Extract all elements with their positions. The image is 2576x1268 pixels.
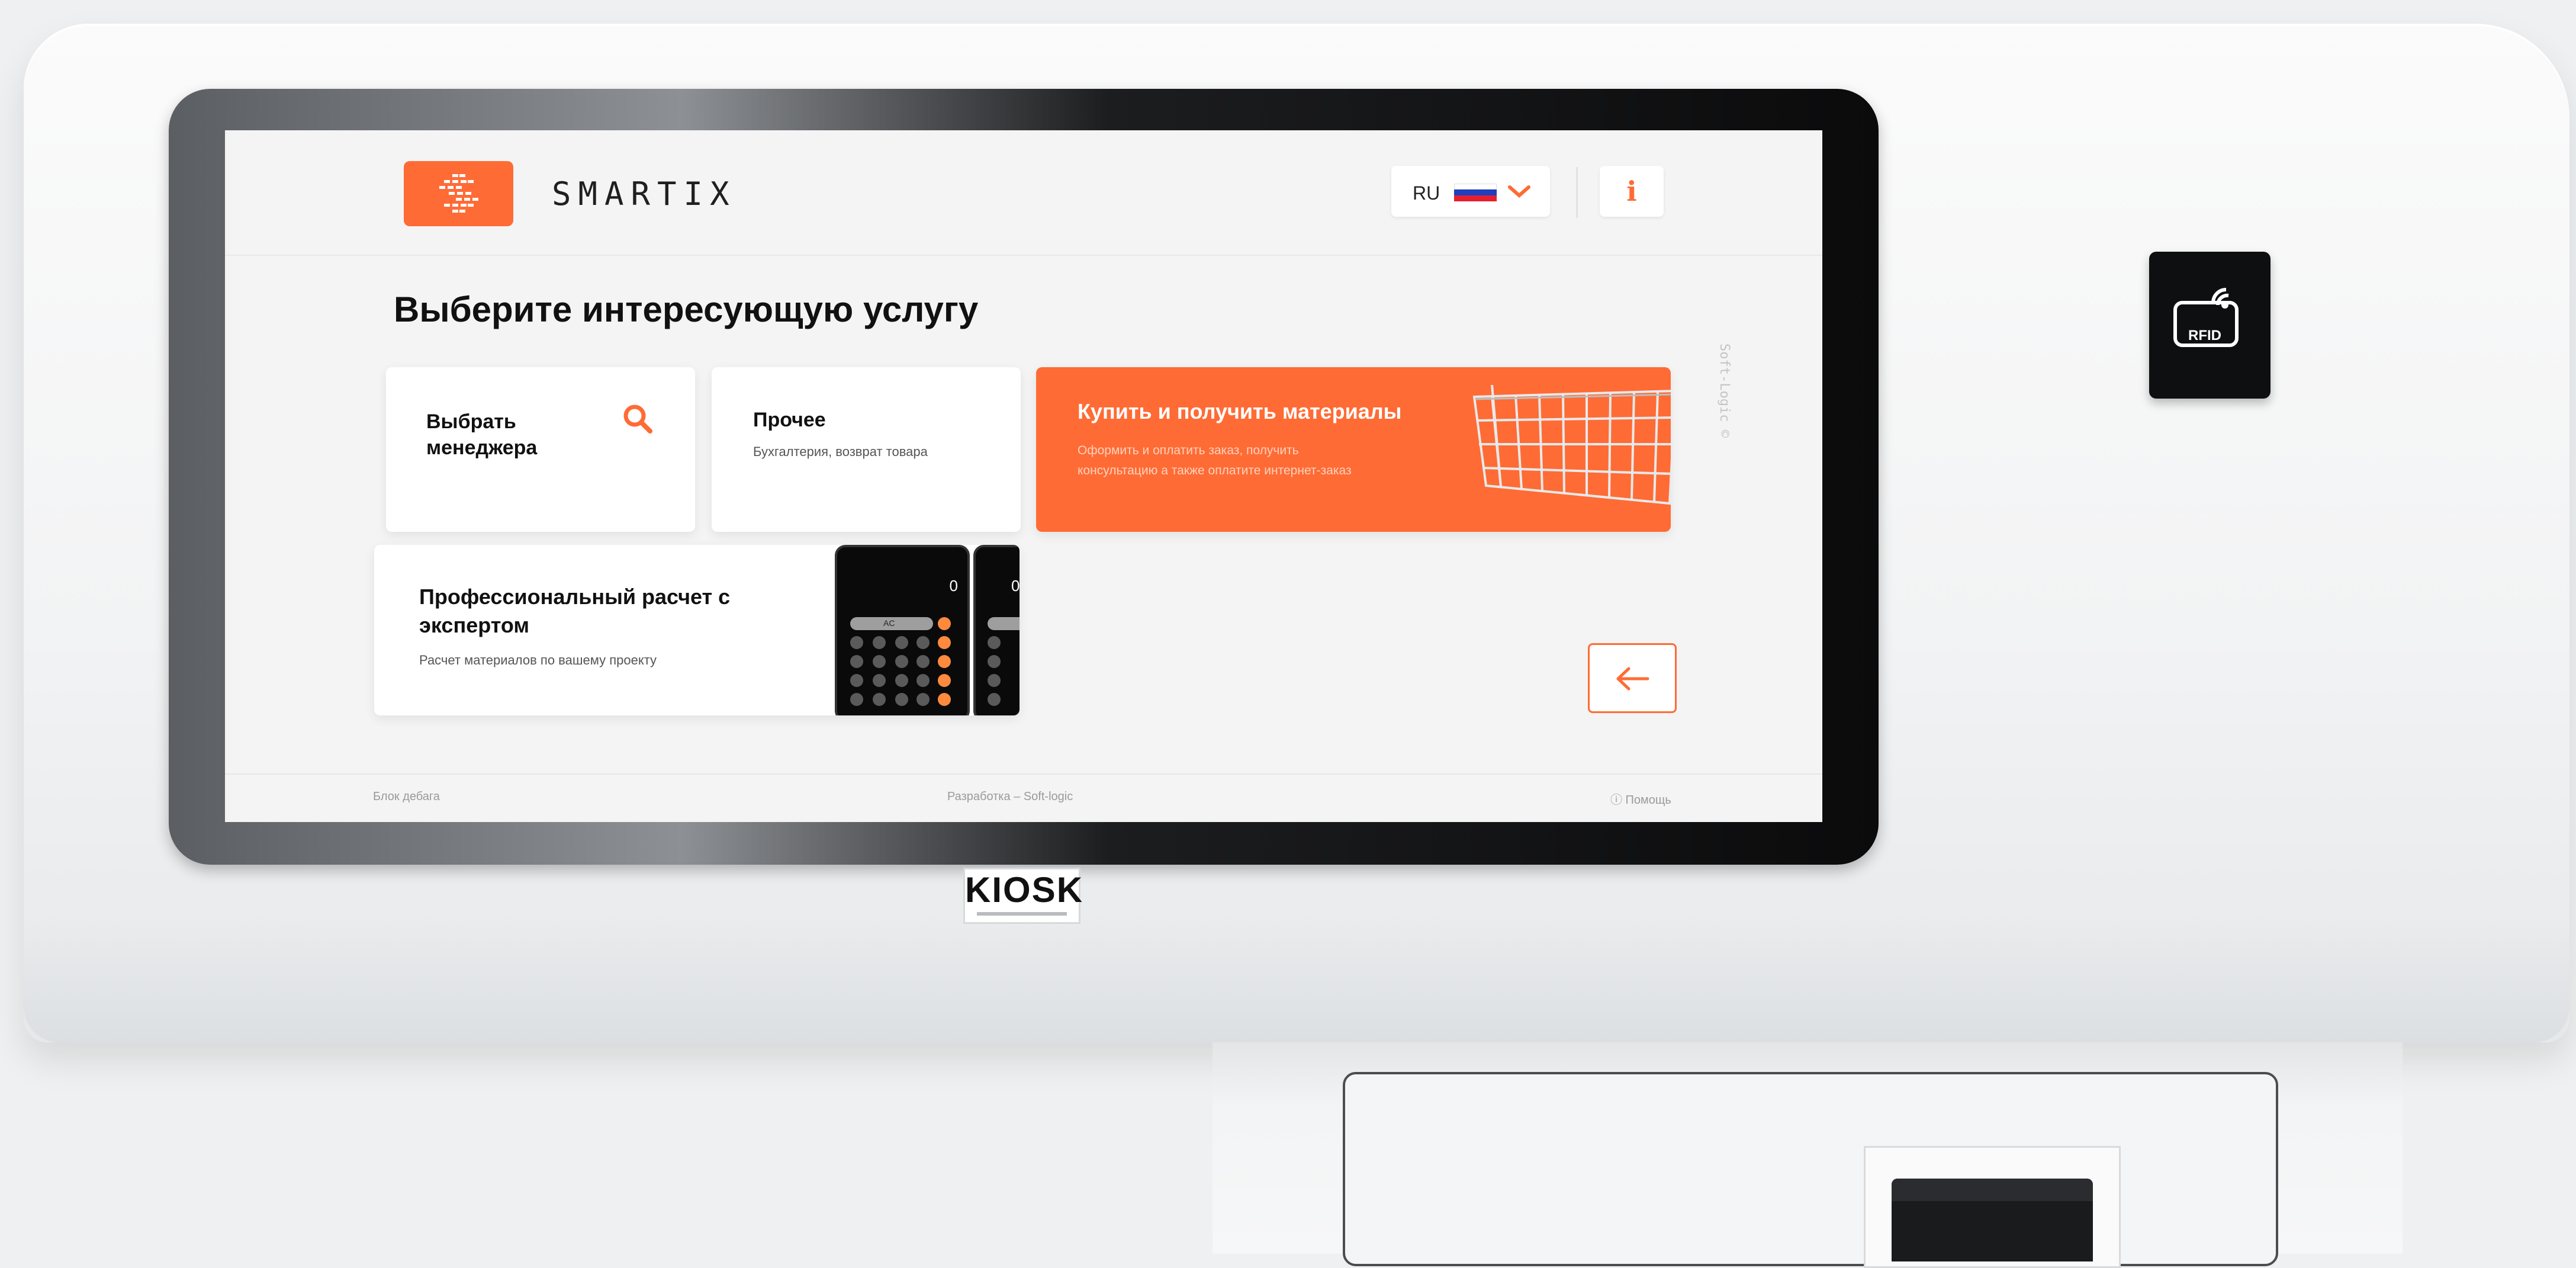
calculator-key-label: AC (883, 618, 895, 628)
rfid-reader: RFID (2149, 252, 2271, 399)
tile-subtitle: Оформить и оплатить заказ, получить конс… (1078, 444, 1352, 477)
calculator-key (850, 674, 863, 687)
calculator-key (850, 655, 863, 668)
calculator-key (938, 655, 951, 668)
side-copyright: Soft-Logic © (1717, 344, 1732, 438)
calculator-key (938, 693, 951, 706)
arrow-left-icon (1616, 667, 1649, 691)
logo (404, 161, 513, 226)
language-selector[interactable]: RU (1391, 166, 1550, 217)
calculator-key (938, 636, 951, 649)
tile-subtitle: Расчет материалов по вашему проекту (419, 653, 657, 667)
info-button[interactable]: i (1600, 166, 1664, 217)
calculator-key (873, 693, 886, 706)
calculator-key (873, 655, 886, 668)
help-link[interactable]: ⓘ Помощь (1610, 790, 1671, 807)
calculator-key (916, 693, 930, 706)
calculator-display: 0 (949, 577, 958, 595)
back-button[interactable] (1588, 643, 1677, 713)
kiosk-label-stripe (977, 912, 1067, 916)
calculator-key (873, 636, 886, 649)
pedestal-panel (1343, 1072, 2278, 1266)
chevron-down-icon (1508, 185, 1530, 198)
calculator-phone-image: 0 AC (835, 545, 970, 715)
header: SMARTIX RU i (225, 130, 1822, 256)
tile-title: Прочее (753, 409, 826, 431)
tile-title: Профессиональный расчет с экспертом (419, 585, 731, 637)
debug-block-link[interactable]: Блок дебага (373, 790, 440, 804)
calculator-key (895, 674, 908, 687)
calculator-key (895, 693, 908, 706)
kiosk-screen: SMARTIX RU i Выберите интересующую услуг… (225, 130, 1822, 822)
calculator-key (916, 655, 930, 668)
calculator-key (850, 693, 863, 706)
tile-subtitle: Бухгалтерия, возврат товара (753, 444, 928, 459)
calculator-key (895, 655, 908, 668)
tile-title: Купить и получить материалы (1078, 399, 1402, 423)
rfid-label: RFID (2188, 328, 2221, 344)
tile-buy-materials[interactable]: Купить и получить материалы Оформить и о… (1036, 367, 1671, 532)
tile-choose-manager[interactable]: Выбрать менеджера (386, 367, 695, 532)
developer-credit: Разработка – Soft-logic (947, 790, 1073, 803)
calculator-key (938, 617, 951, 630)
calculator-key (916, 636, 930, 649)
shopping-cart-image (1472, 385, 1671, 505)
card-slot (1892, 1179, 2093, 1261)
calculator-key (988, 617, 1020, 630)
calculator-key (873, 674, 886, 687)
calculator-key (916, 674, 930, 687)
footer: Блок дебага Разработка – Soft-logic ⓘ По… (225, 773, 1822, 822)
calculator-key (988, 655, 1001, 668)
calculator-key (988, 636, 1001, 649)
tile-expert-calculation[interactable]: Профессиональный расчет с экспертом Расч… (374, 545, 1020, 715)
tile-title: Выбрать менеджера (426, 410, 538, 459)
calculator-key (988, 674, 1001, 687)
tile-other[interactable]: Прочее Бухгалтерия, возврат товара (712, 367, 1021, 532)
calculator-phone-image-2: 0 (973, 545, 1020, 715)
kiosk-label: KIOSK (963, 868, 1084, 924)
search-icon (623, 405, 652, 434)
kiosk-lip (24, 924, 2569, 1042)
language-code: RU (1413, 182, 1440, 204)
calculator-display: 0 (1011, 577, 1020, 595)
logo-icon (439, 174, 478, 213)
russia-flag-icon (1454, 184, 1497, 201)
calculator-key (988, 693, 1001, 706)
kiosk-label-text: KIOSK (965, 870, 1084, 910)
brand-name: SMARTIX (552, 175, 737, 213)
calculator-key (895, 636, 908, 649)
calculator-key (850, 636, 863, 649)
calculator-key (938, 674, 951, 687)
page-title: Выберите интересующую услугу (394, 290, 979, 329)
header-divider (1576, 167, 1578, 218)
